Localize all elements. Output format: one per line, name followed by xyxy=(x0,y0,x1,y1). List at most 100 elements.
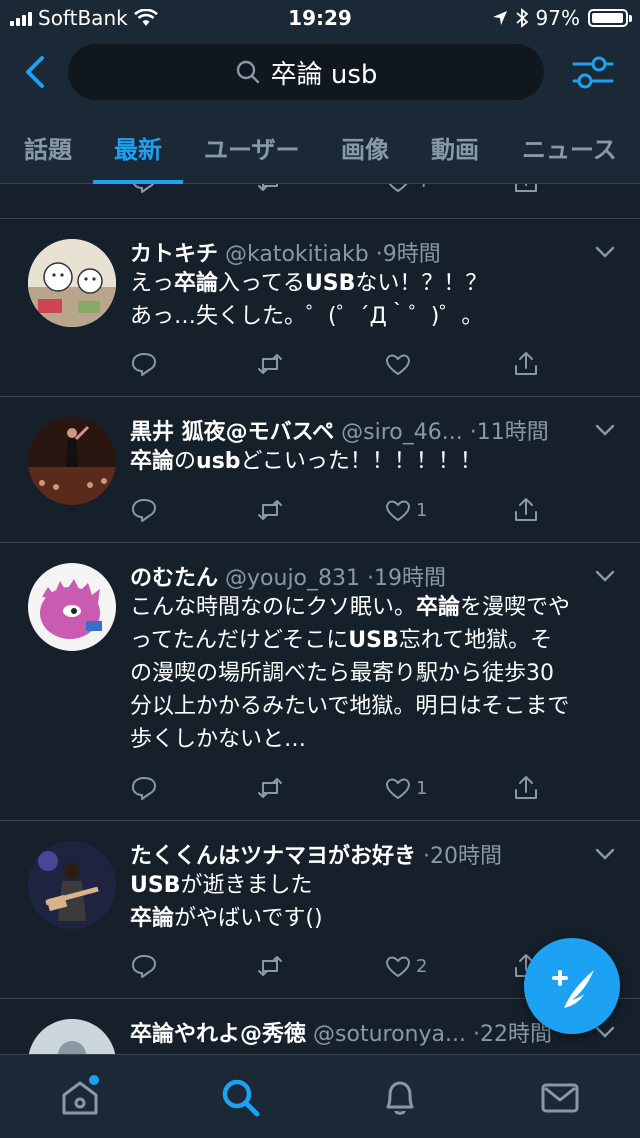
avatar[interactable] xyxy=(28,1019,116,1054)
retweet-icon xyxy=(258,184,278,191)
text-segment: えっ xyxy=(130,271,175,296)
user-handle[interactable]: @youjo_831 xyxy=(225,566,360,591)
tweet-text-line: 卒論のusbどこいった！！！！！！ xyxy=(130,445,620,478)
chevron-down-icon[interactable] xyxy=(594,245,616,259)
share-button[interactable] xyxy=(512,184,540,196)
highlighted-keyword: USB xyxy=(130,873,181,898)
display-name[interactable]: のむたん xyxy=(130,566,218,591)
tweet-meta: カトキチ @katokitiakb ·9時間 xyxy=(130,242,441,267)
retweet-icon xyxy=(258,354,282,374)
retweet-button[interactable] xyxy=(256,495,284,525)
highlighted-keyword: 卒論 xyxy=(174,271,219,296)
reply-button[interactable] xyxy=(130,773,158,803)
tweet-time: 11時間 xyxy=(476,420,549,445)
status-bar: SoftBank 19:29 97% xyxy=(0,0,640,36)
heart-icon xyxy=(386,778,410,799)
chevron-down-icon[interactable] xyxy=(594,569,616,583)
retweet-icon xyxy=(258,956,282,976)
text-segment: 歩くしかないと… xyxy=(130,727,307,752)
avatar[interactable] xyxy=(28,239,116,327)
tweet-meta: 卒論やれよ@秀徳 @soturonya... ·22時間 xyxy=(130,1022,552,1047)
avatar[interactable] xyxy=(28,417,116,505)
tab-latest[interactable]: 最新 xyxy=(114,130,162,165)
highlighted-keyword: USB xyxy=(304,271,356,296)
share-button[interactable] xyxy=(512,495,540,525)
like-count: 4 xyxy=(416,184,427,192)
tweet-feed[interactable]: 4 カトキチ @katokitiakb ·9時間 えっ卒論入ってるUSBない！？… xyxy=(0,184,640,1054)
text-segment: 入ってる xyxy=(218,271,305,296)
retweet-button[interactable] xyxy=(256,773,284,803)
reply-icon xyxy=(132,499,156,522)
tab-users[interactable]: ユーザー xyxy=(204,130,300,165)
like-button[interactable]: 4 xyxy=(384,184,427,196)
chevron-down-icon[interactable] xyxy=(594,847,616,861)
text-segment: 分以上かかるみたいで地獄。明日はそこまで xyxy=(130,694,570,719)
tweet-actions: 1 xyxy=(130,495,550,525)
tweet-time: 20時間 xyxy=(430,844,503,869)
text-segment: がやばいです() xyxy=(174,906,323,931)
text-segment: を漫喫でや xyxy=(460,595,571,620)
retweet-icon xyxy=(258,778,282,798)
like-button[interactable]: 1 xyxy=(384,495,427,525)
tweet-text: こんな時間なのにクソ眠い。卒論を漫喫でや ってたんだけどそこにUSB忘れて地獄。そ… xyxy=(130,591,620,756)
retweet-button[interactable] xyxy=(256,951,284,981)
text-segment: ってたんだけどそこに xyxy=(130,628,349,653)
share-icon xyxy=(515,776,537,799)
notifications-bell-icon[interactable] xyxy=(378,1075,422,1119)
tweet-item[interactable]: のむたん @youjo_831 ·19時間 こんな時間なのにクソ眠い。卒論を漫喫… xyxy=(0,543,640,821)
display-name[interactable]: カトキチ xyxy=(130,242,218,267)
compose-tweet-button[interactable] xyxy=(524,938,620,1034)
highlighted-keyword: 卒論 xyxy=(416,595,461,620)
highlighted-keyword: USB xyxy=(348,628,399,653)
reply-button[interactable] xyxy=(130,495,158,525)
heart-icon xyxy=(386,500,410,521)
tweet-actions: 1 xyxy=(130,773,550,803)
tab-images[interactable]: 画像 xyxy=(341,130,389,165)
avatar[interactable] xyxy=(28,563,116,651)
like-count: 1 xyxy=(416,499,428,521)
reply-button[interactable] xyxy=(130,349,158,379)
home-icon[interactable] xyxy=(58,1075,102,1119)
like-button[interactable]: 2 xyxy=(384,951,427,981)
status-right: 97% xyxy=(492,6,632,30)
display-name[interactable]: 黒井 狐夜@モバスペ xyxy=(130,420,334,445)
reply-button[interactable] xyxy=(130,184,158,196)
share-icon xyxy=(515,352,537,375)
chevron-down-icon[interactable] xyxy=(594,423,616,437)
text-segment: の xyxy=(174,449,197,474)
heart-icon xyxy=(386,956,410,977)
compose-feather-icon xyxy=(552,970,594,1008)
tweet-item[interactable]: 黒井 狐夜@モバスペ @siro_46... ·11時間 卒論のusbどこいった… xyxy=(0,397,640,543)
reply-button[interactable] xyxy=(130,951,158,981)
share-button[interactable] xyxy=(512,773,540,803)
tweet-text: USBが逝きました 卒論がやばいです() xyxy=(130,869,620,935)
tweet-meta: 黒井 狐夜@モバスペ @siro_46... ·11時間 xyxy=(130,420,549,445)
like-button[interactable]: 1 xyxy=(384,773,427,803)
tab-trending[interactable]: 話題 xyxy=(24,130,72,165)
messages-envelope-icon[interactable] xyxy=(538,1075,582,1119)
tweet-meta: のむたん @youjo_831 ·19時間 xyxy=(130,566,447,591)
retweet-button[interactable] xyxy=(256,184,284,196)
back-button[interactable] xyxy=(18,52,54,92)
tweet-time: 9時間 xyxy=(382,242,441,267)
search-tab-icon[interactable] xyxy=(218,1075,262,1119)
user-handle[interactable]: @katokitiakb xyxy=(225,242,369,267)
tweet-text: 卒論のusbどこいった！！！！！！ xyxy=(130,445,620,478)
tweet-item[interactable]: カトキチ @katokitiakb ·9時間 えっ卒論入ってるUSBない！？！？… xyxy=(0,219,640,397)
tab-videos[interactable]: 動画 xyxy=(431,130,479,165)
share-icon xyxy=(515,184,537,192)
user-handle[interactable]: @siro_46... xyxy=(341,420,463,445)
text-segment: が逝きました xyxy=(180,873,313,898)
share-button[interactable] xyxy=(512,349,540,379)
tab-news[interactable]: ニュース xyxy=(522,130,617,165)
display-name[interactable]: たくくんはツナマヨがお好き xyxy=(130,844,416,869)
like-button[interactable] xyxy=(384,349,416,379)
filter-settings-icon[interactable] xyxy=(570,50,616,96)
user-handle[interactable]: @soturonya... xyxy=(313,1022,466,1047)
display-name[interactable]: 卒論やれよ@秀徳 xyxy=(130,1022,306,1047)
tweet-partial: 4 xyxy=(0,184,640,219)
retweet-button[interactable] xyxy=(256,349,284,379)
search-input[interactable]: 卒論 usb xyxy=(68,44,544,100)
retweet-icon xyxy=(258,500,282,520)
avatar[interactable] xyxy=(28,841,116,929)
